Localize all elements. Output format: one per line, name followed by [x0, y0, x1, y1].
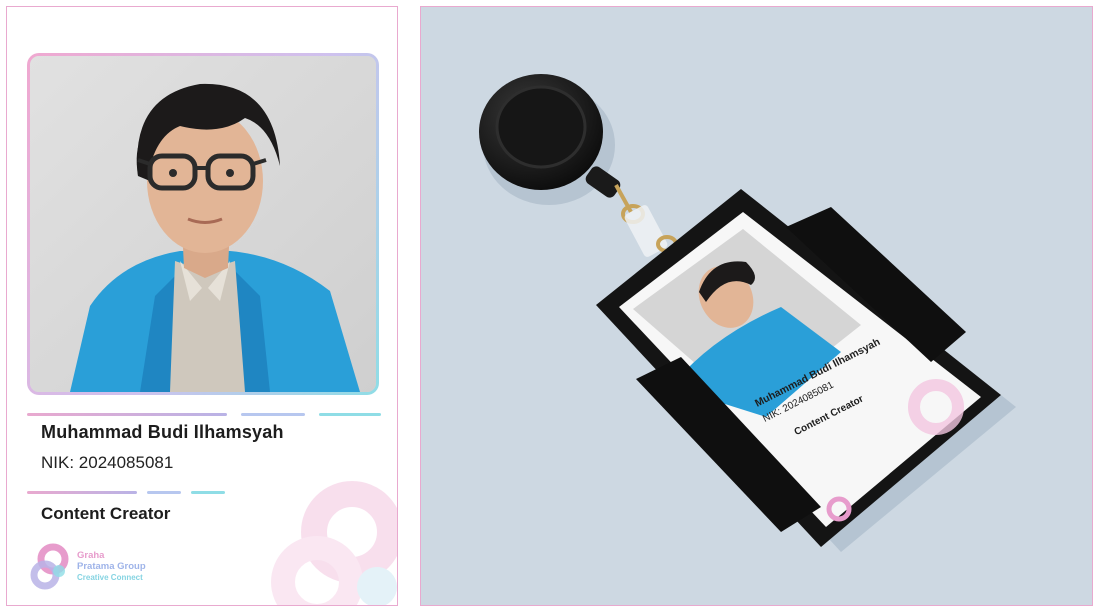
- photo-frame: [27, 53, 379, 395]
- divider-cyan-short: [191, 491, 225, 494]
- person-portrait-icon: [30, 56, 376, 392]
- profile-photo: [30, 56, 376, 392]
- brand-line1: Graha: [77, 550, 105, 561]
- logo-watermark-icon: [271, 481, 397, 605]
- mockup-scene: Muhammad Budi Ilhamsyah NIK: 2024085081 …: [420, 6, 1093, 606]
- brand-line2: Pratama Group: [77, 561, 146, 572]
- brand-logo: Graha Pratama Group Creative Connect: [25, 541, 185, 593]
- brand-tagline: Creative Connect: [77, 573, 143, 582]
- employee-nik: NIK: 2024085081: [41, 453, 174, 472]
- divider-pink-short: [27, 491, 137, 494]
- divider-cyan: [319, 413, 381, 416]
- divider-pink-lavender: [27, 413, 227, 416]
- graha-pratama-logo-icon: [30, 543, 69, 590]
- employee-name: Muhammad Budi Ilhamsyah: [41, 422, 284, 442]
- employee-role: Content Creator: [41, 504, 171, 523]
- id-card: Muhammad Budi Ilhamsyah NIK: 2024085081 …: [6, 6, 398, 606]
- divider-blue: [241, 413, 305, 416]
- divider-blue-short: [147, 491, 181, 494]
